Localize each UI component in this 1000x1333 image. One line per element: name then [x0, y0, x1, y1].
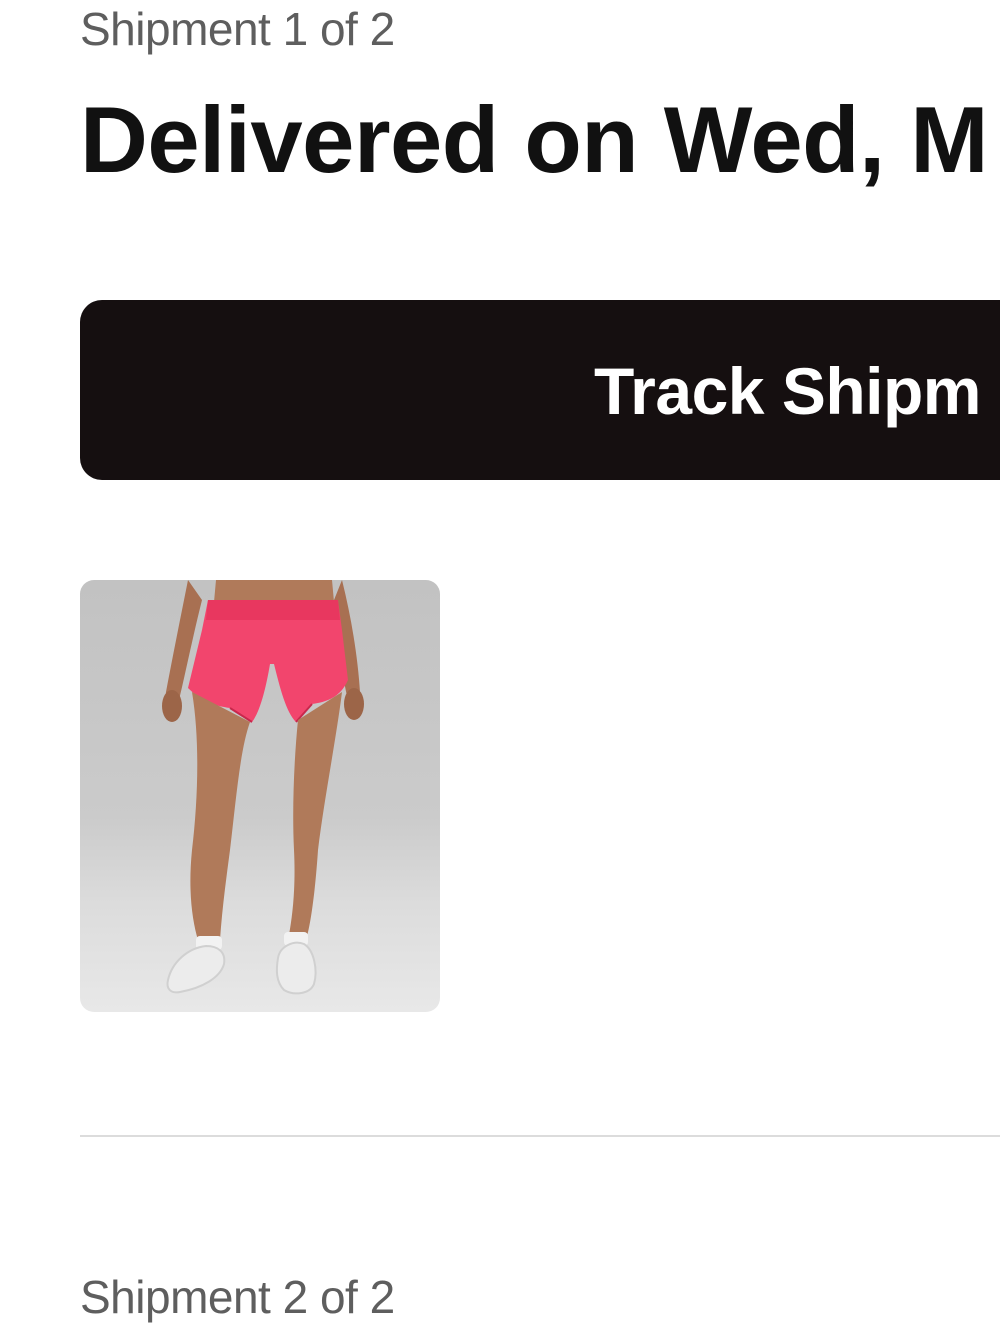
track-shipment-button-label: Track Shipm [594, 354, 982, 428]
model-wearing-shorts-image [162, 580, 364, 995]
shipment-2-label: Shipment 2 of 2 [80, 1271, 395, 1323]
order-details-page: Shipment 1 of 2 Delivered on Wed, M Trac… [0, 0, 1000, 1333]
section-divider [80, 1135, 1000, 1137]
track-shipment-button[interactable]: Track Shipm [80, 300, 1000, 480]
shipment-1-label: Shipment 1 of 2 [80, 3, 395, 55]
delivery-status-heading: Delivered on Wed, M [80, 87, 989, 192]
product-image[interactable] [80, 580, 440, 1012]
